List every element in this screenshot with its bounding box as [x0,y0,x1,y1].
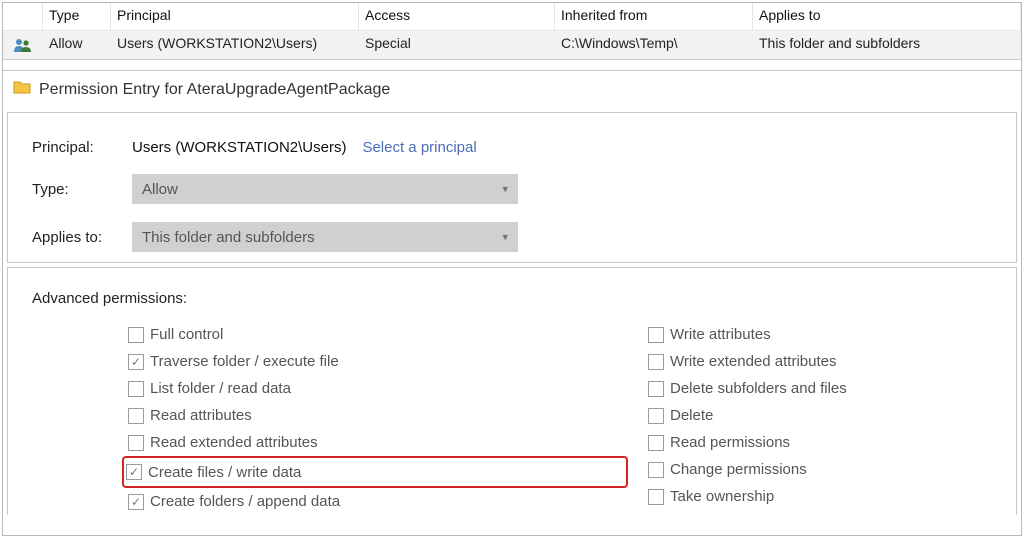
perm-col-left: Full control Traverse folder / execute f… [128,321,628,515]
chevron-down-icon: ▾ [502,183,508,196]
perm-read-ext-attributes[interactable]: Read extended attributes [128,429,628,456]
table-header-row: Type Principal Access Inherited from App… [3,3,1021,31]
cell-inherited: C:\Windows\Temp\ [555,31,753,59]
checkbox[interactable] [128,381,144,397]
highlight-box: Create files / write data [122,456,628,488]
perm-read-permissions[interactable]: Read permissions [648,429,992,456]
type-dropdown[interactable]: Allow ▾ [132,174,518,204]
advanced-permissions-panel: Advanced permissions: Full control Trave… [7,267,1017,515]
perm-list-read-data[interactable]: List folder / read data [128,375,628,402]
cell-principal: Users (WORKSTATION2\Users) [111,31,359,59]
chevron-down-icon: ▾ [502,231,508,244]
checkbox[interactable] [648,327,664,343]
users-icon [3,31,43,59]
perm-label: Write attributes [670,326,771,343]
checkbox[interactable] [126,464,142,480]
perm-delete-subfolders[interactable]: Delete subfolders and files [648,375,992,402]
checkbox[interactable] [648,462,664,478]
principal-label: Principal: [32,139,132,156]
perm-label: List folder / read data [150,380,291,397]
applies-label: Applies to: [32,229,132,246]
perm-label: Delete subfolders and files [670,380,847,397]
header-icon-col [3,3,43,31]
permissions-table: Type Principal Access Inherited from App… [3,3,1021,60]
entry-title: Permission Entry for AteraUpgradeAgentPa… [39,81,390,99]
perm-write-ext-attributes[interactable]: Write extended attributes [648,348,992,375]
perm-label: Take ownership [670,488,774,505]
perm-take-ownership[interactable]: Take ownership [648,483,992,510]
perm-label: Traverse folder / execute file [150,353,339,370]
main-panel: Principal: Users (WORKSTATION2\Users) Se… [7,112,1017,263]
type-label: Type: [32,181,132,198]
perm-create-files-write[interactable]: Create files / write data [126,460,618,484]
applies-dropdown-value: This folder and subfolders [142,229,315,246]
perm-col-right: Write attributes Write extended attribut… [648,321,992,515]
checkbox[interactable] [128,408,144,424]
perm-read-attributes[interactable]: Read attributes [128,402,628,429]
perm-traverse-execute[interactable]: Traverse folder / execute file [128,348,628,375]
perm-label: Read extended attributes [150,434,318,451]
header-type[interactable]: Type [43,3,111,31]
entry-header: Permission Entry for AteraUpgradeAgentPa… [3,70,1021,108]
table-row[interactable]: Allow Users (WORKSTATION2\Users) Special… [3,31,1021,59]
folder-icon [13,79,31,100]
checkbox[interactable] [648,489,664,505]
cell-applies: This folder and subfolders [753,31,1021,59]
select-principal-link[interactable]: Select a principal [362,139,476,156]
perm-label: Delete [670,407,713,424]
checkbox[interactable] [648,435,664,451]
checkbox[interactable] [648,408,664,424]
advanced-permissions-title: Advanced permissions: [32,290,992,307]
checkbox[interactable] [648,354,664,370]
perm-label: Write extended attributes [670,353,836,370]
checkbox[interactable] [128,435,144,451]
perm-label: Create files / write data [148,464,301,481]
perm-label: Create folders / append data [150,493,340,510]
header-applies[interactable]: Applies to [753,3,1021,31]
checkbox[interactable] [648,381,664,397]
cell-access: Special [359,31,555,59]
perm-change-permissions[interactable]: Change permissions [648,456,992,483]
header-inherited[interactable]: Inherited from [555,3,753,31]
type-dropdown-value: Allow [142,181,178,198]
header-access[interactable]: Access [359,3,555,31]
perm-delete[interactable]: Delete [648,402,992,429]
perm-label: Read permissions [670,434,790,451]
principal-value: Users (WORKSTATION2\Users) [132,139,346,156]
checkbox[interactable] [128,494,144,510]
checkbox[interactable] [128,354,144,370]
checkbox[interactable] [128,327,144,343]
perm-write-attributes[interactable]: Write attributes [648,321,992,348]
perm-label: Read attributes [150,407,252,424]
perm-create-folders-append[interactable]: Create folders / append data [128,488,628,515]
perm-label: Full control [150,326,223,343]
header-principal[interactable]: Principal [111,3,359,31]
perm-full-control[interactable]: Full control [128,321,628,348]
applies-dropdown[interactable]: This folder and subfolders ▾ [132,222,518,252]
perm-label: Change permissions [670,461,807,478]
cell-type: Allow [43,31,111,59]
